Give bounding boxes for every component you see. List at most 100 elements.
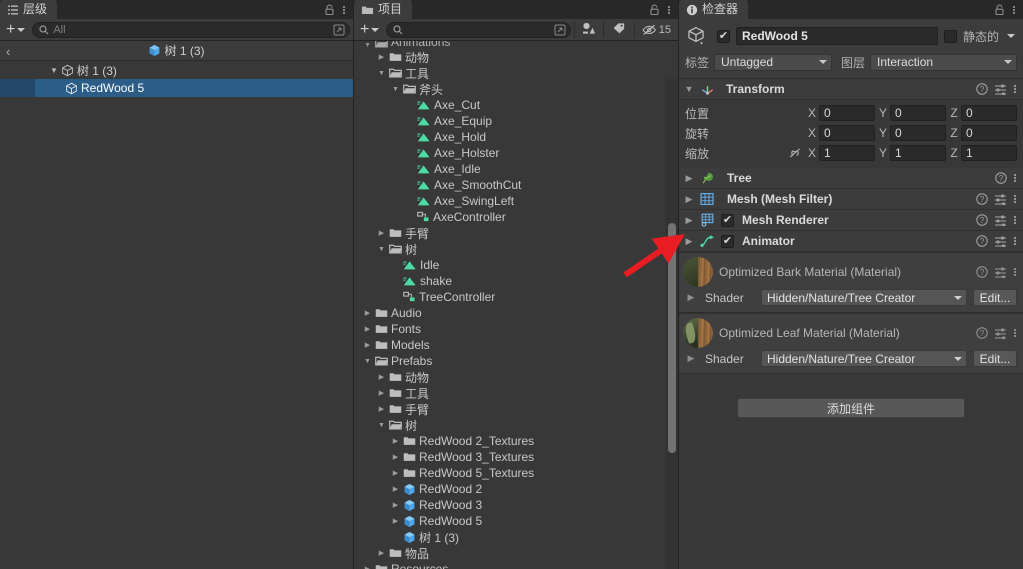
foldout-arrow-icon[interactable]: ▼ (377, 70, 386, 77)
foldout-arrow-icon[interactable]: ▼ (377, 422, 386, 429)
scale-link-toggle[interactable] (788, 147, 802, 159)
preset-icon[interactable] (994, 83, 1007, 95)
foldout-arrow-icon[interactable]: ▶ (391, 501, 400, 509)
hidden-items-badge[interactable]: 15 (638, 24, 675, 36)
project-row[interactable]: Axe_SmoothCut (354, 177, 678, 193)
foldout-arrow-icon[interactable]: ▶ (363, 565, 372, 569)
foldout-arrow-open-icon[interactable]: ▼ (683, 84, 695, 94)
project-row[interactable]: ▶ 物品 (354, 545, 678, 561)
preset-icon[interactable] (994, 214, 1007, 226)
kebab-menu-icon[interactable] (667, 4, 671, 16)
tag-dropdown[interactable]: Untagged (714, 53, 833, 71)
hierarchy-tree[interactable]: ▼ 树 1 (3) RedWood 5 (0, 61, 353, 569)
project-row[interactable]: ▶ RedWood 5_Textures (354, 465, 678, 481)
kebab-menu-icon[interactable] (1013, 327, 1017, 339)
kebab-menu-icon[interactable] (1013, 214, 1017, 226)
foldout-arrow-closed-icon[interactable]: ▶ (683, 194, 695, 205)
foldout-arrow-icon[interactable]: ▶ (363, 309, 372, 317)
foldout-arrow-icon[interactable]: ▶ (391, 453, 400, 461)
project-row[interactable]: ▶ RedWood 2_Textures (354, 433, 678, 449)
kebab-menu-icon[interactable] (1013, 172, 1017, 184)
kebab-menu-icon[interactable] (1013, 83, 1017, 95)
shader-edit-button[interactable]: Edit... (973, 350, 1017, 367)
rotation-z-field[interactable]: 0 (961, 125, 1017, 141)
component-header-transform[interactable]: ▼ Transform ? (679, 79, 1023, 100)
help-icon[interactable]: ? (976, 193, 988, 205)
kebab-menu-icon[interactable] (1013, 235, 1017, 247)
foldout-arrow-closed-icon[interactable]: ▶ (683, 215, 695, 226)
foldout-arrow-icon[interactable]: ▶ (363, 341, 372, 349)
project-row[interactable]: Axe_Hold (354, 129, 678, 145)
foldout-arrow-icon[interactable]: ▶ (391, 485, 400, 493)
position-z-field[interactable]: 0 (961, 105, 1017, 121)
help-icon[interactable]: ? (976, 235, 988, 247)
project-row[interactable]: 树 1 (3) (354, 529, 678, 545)
position-y-field[interactable]: 0 (890, 105, 946, 121)
rotation-x-field[interactable]: 0 (819, 125, 875, 141)
foldout-arrow-closed-icon[interactable]: ▶ (683, 353, 699, 364)
project-row[interactable]: ▶ 手臂 (354, 225, 678, 241)
foldout-arrow-icon[interactable]: ▼ (363, 42, 372, 49)
project-row[interactable]: ▶ Models (354, 337, 678, 353)
static-checkbox[interactable]: ✔ (943, 29, 957, 43)
search-expand-icon[interactable] (554, 24, 566, 36)
project-row[interactable]: ▶ 工具 (354, 385, 678, 401)
project-row[interactable]: ▼ Prefabs (354, 353, 678, 369)
shader-edit-button[interactable]: Edit... (973, 289, 1017, 306)
project-scrollbar-thumb[interactable] (668, 223, 676, 453)
project-row[interactable]: ▼ 工具 (354, 65, 678, 81)
scale-x-field[interactable]: 1 (819, 145, 875, 161)
shader-dropdown[interactable]: Hidden/Nature/Tree Creator (761, 350, 967, 367)
foldout-arrow-icon[interactable]: ▶ (377, 389, 386, 397)
project-row[interactable]: ▼ 树 (354, 241, 678, 257)
shader-dropdown[interactable]: Hidden/Nature/Tree Creator (761, 289, 967, 306)
tab-hierarchy[interactable]: 层级 (0, 0, 58, 19)
project-search-input[interactable] (386, 21, 571, 38)
foldout-arrow-icon[interactable]: ▶ (377, 549, 386, 557)
project-row[interactable]: ▶ 动物 (354, 369, 678, 385)
project-row[interactable]: ▶ 动物 (354, 49, 678, 65)
foldout-arrow-open-icon[interactable]: ▼ (50, 66, 58, 75)
foldout-arrow-closed-icon[interactable]: ▶ (683, 292, 699, 303)
project-row[interactable]: TreeController (354, 289, 678, 305)
project-row[interactable]: ▶ RedWood 5 (354, 513, 678, 529)
foldout-arrow-icon[interactable]: ▶ (391, 437, 400, 445)
help-icon[interactable]: ? (976, 83, 988, 95)
position-x-field[interactable]: 0 (819, 105, 875, 121)
component-header-tree[interactable]: ▶ Tree? (679, 168, 1023, 189)
project-row[interactable]: shake (354, 273, 678, 289)
foldout-arrow-icon[interactable]: ▼ (377, 246, 386, 253)
project-row[interactable]: ▼ 斧头 (354, 81, 678, 97)
foldout-arrow-closed-icon[interactable]: ▶ (683, 236, 695, 247)
breadcrumb-current[interactable]: 树 1 (3) (0, 42, 353, 59)
foldout-arrow-icon[interactable]: ▶ (377, 405, 386, 413)
preset-icon[interactable] (994, 235, 1007, 247)
project-add-button[interactable]: + (357, 21, 383, 37)
hierarchy-row-tree1[interactable]: ▼ 树 1 (3) (0, 61, 353, 79)
bark-material-preview[interactable] (683, 257, 713, 287)
foldout-arrow-icon[interactable]: ▶ (377, 229, 386, 237)
project-row[interactable]: ▼ Animations (354, 41, 678, 49)
scale-y-field[interactable]: 1 (890, 145, 946, 161)
project-row[interactable]: ▶ RedWood 3 (354, 497, 678, 513)
help-icon[interactable]: ? (976, 266, 988, 278)
leaf-material-preview[interactable] (683, 318, 713, 348)
label-filter-button[interactable] (607, 22, 631, 37)
add-component-button[interactable]: 添加组件 (737, 398, 965, 418)
project-tree[interactable]: ▼ Animations ▶ 动物 ▼ 工具 ▼ 斧头 Axe_Cut Axe_Equip Axe_… (354, 41, 678, 569)
tab-inspector[interactable]: 检查器 (679, 0, 749, 19)
scale-z-field[interactable]: 1 (961, 145, 1017, 161)
kebab-menu-icon[interactable] (1012, 4, 1016, 16)
static-dropdown-icon[interactable] (1007, 34, 1015, 38)
foldout-arrow-icon[interactable]: ▶ (391, 517, 400, 525)
rotation-y-field[interactable]: 0 (890, 125, 946, 141)
lock-icon[interactable] (994, 4, 1005, 16)
gameobject-enabled-checkbox[interactable]: ✔ (717, 29, 730, 43)
preset-icon[interactable] (994, 193, 1007, 205)
hierarchy-row-redwood5[interactable]: RedWood 5 (0, 79, 353, 97)
hierarchy-search-input[interactable]: All (32, 21, 350, 38)
project-row[interactable]: ▶ RedWood 2 (354, 481, 678, 497)
type-filter-button[interactable] (578, 22, 600, 38)
preset-icon[interactable] (994, 327, 1007, 339)
search-expand-icon[interactable] (333, 24, 345, 36)
